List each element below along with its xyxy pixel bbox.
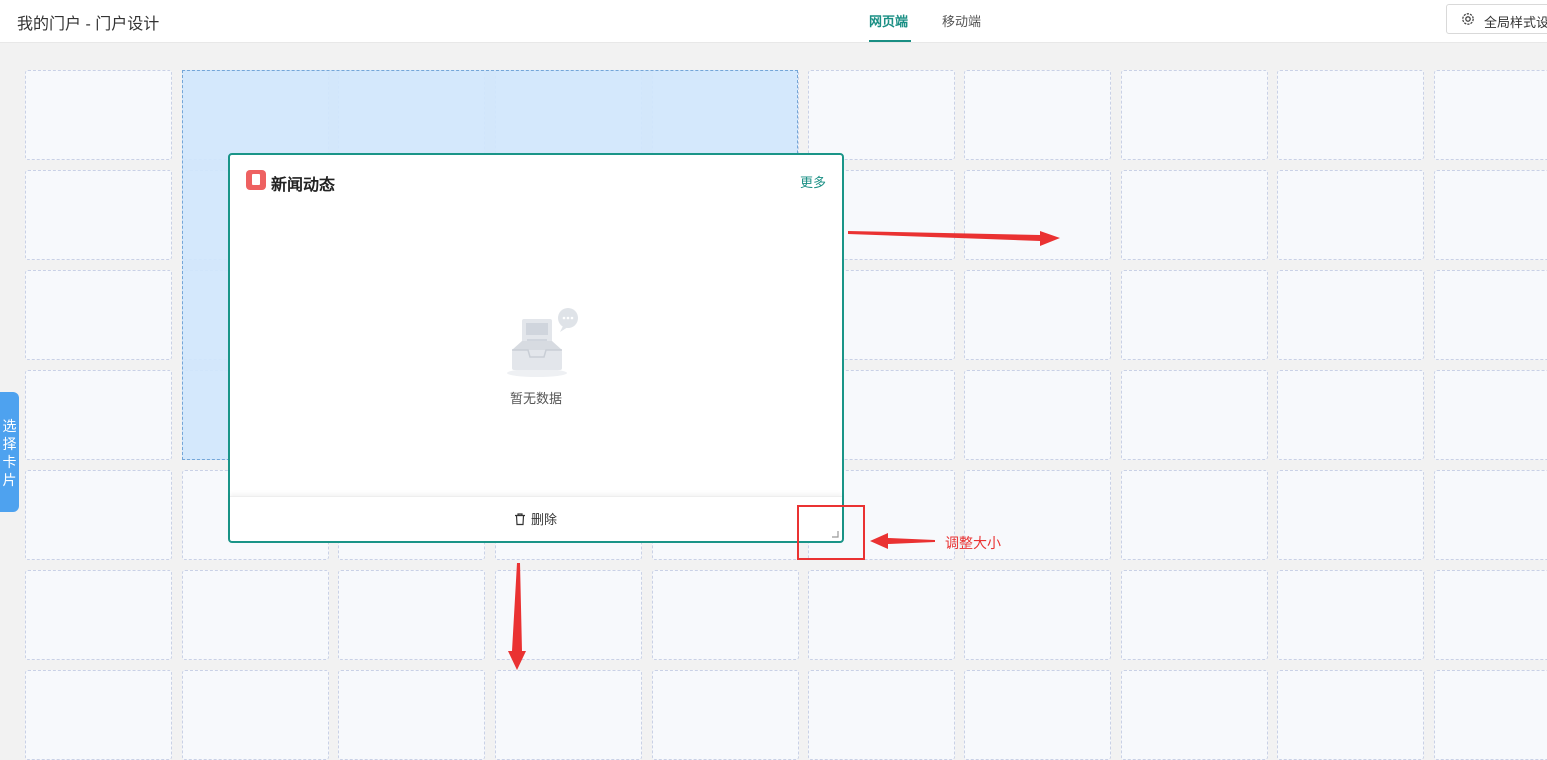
grid-cell (25, 370, 172, 460)
empty-inbox-icon (507, 308, 578, 377)
gear-icon (1462, 13, 1474, 25)
grid-cell (25, 270, 172, 360)
grid-cell (1121, 570, 1268, 660)
delete-button[interactable]: 删除 (513, 509, 557, 528)
grid-cell (808, 70, 955, 160)
grid-cell (1434, 170, 1547, 260)
global-style-settings-button[interactable]: 全局样式设 (1446, 4, 1547, 34)
grid-cell (25, 470, 172, 560)
page-title: 我的门户 - 门户设计 (17, 16, 160, 33)
top-bar: 我的门户 - 门户设计 网页端 移动端 全局样式设 (0, 0, 1547, 43)
grid-cell (964, 70, 1111, 160)
trash-icon (515, 512, 525, 525)
grid-cell (1121, 70, 1268, 160)
grid-cell (182, 670, 329, 760)
active-tab-indicator (869, 40, 911, 42)
grid-cell (1121, 270, 1268, 360)
grid-cell (25, 170, 172, 260)
grid-cell (1277, 270, 1424, 360)
grid-cell (495, 570, 642, 660)
grid-cell (964, 270, 1111, 360)
grid-cell (25, 70, 172, 160)
more-link[interactable]: 更多 (800, 172, 826, 191)
grid-cell (1277, 670, 1424, 760)
grid-cell (1121, 170, 1268, 260)
grid-cell (338, 570, 485, 660)
grid-cell (964, 670, 1111, 760)
grid-cell (1434, 70, 1547, 160)
grid-cell (182, 570, 329, 660)
grid-cell (652, 570, 799, 660)
grid-cell (1434, 370, 1547, 460)
grid-cell (964, 170, 1111, 260)
grid-cell (1277, 470, 1424, 560)
grid-cell (1121, 670, 1268, 760)
news-icon (246, 170, 266, 190)
grid-cell (495, 670, 642, 760)
card-footer: 删除 (230, 496, 842, 541)
resize-annotation-box (797, 505, 865, 560)
select-card-tab[interactable]: 选择卡片 (0, 392, 19, 512)
grid-cell (1277, 70, 1424, 160)
delete-label: 删除 (531, 512, 558, 527)
global-style-settings-label: 全局样式设 (1484, 15, 1547, 30)
grid-cell (1277, 370, 1424, 460)
grid-cell (1277, 170, 1424, 260)
grid-cell (808, 670, 955, 760)
card-title: 新闻动态 (271, 177, 336, 194)
tab-web[interactable]: 网页端 (869, 11, 908, 30)
resize-annotation-label: 调整大小 (945, 535, 1001, 551)
select-card-label: 选择卡片 (2, 418, 17, 488)
empty-state-text: 暂无数据 (509, 391, 562, 406)
grid-cell (25, 570, 172, 660)
grid-cell (808, 570, 955, 660)
grid-cell (1434, 270, 1547, 360)
grid-cell (652, 670, 799, 760)
grid-cell (338, 670, 485, 760)
grid-cell (1121, 470, 1268, 560)
grid-cell (1434, 470, 1547, 560)
grid-cell (964, 570, 1111, 660)
grid-cell (1277, 570, 1424, 660)
grid-cell (1121, 370, 1268, 460)
grid-cell (1434, 670, 1547, 760)
grid-cell (1434, 570, 1547, 660)
grid-cell (25, 670, 172, 760)
grid-cell (964, 370, 1111, 460)
news-card[interactable]: 新闻动态 更多 暂无数据 删除 (228, 153, 844, 543)
tab-mobile[interactable]: 移动端 (942, 11, 981, 30)
